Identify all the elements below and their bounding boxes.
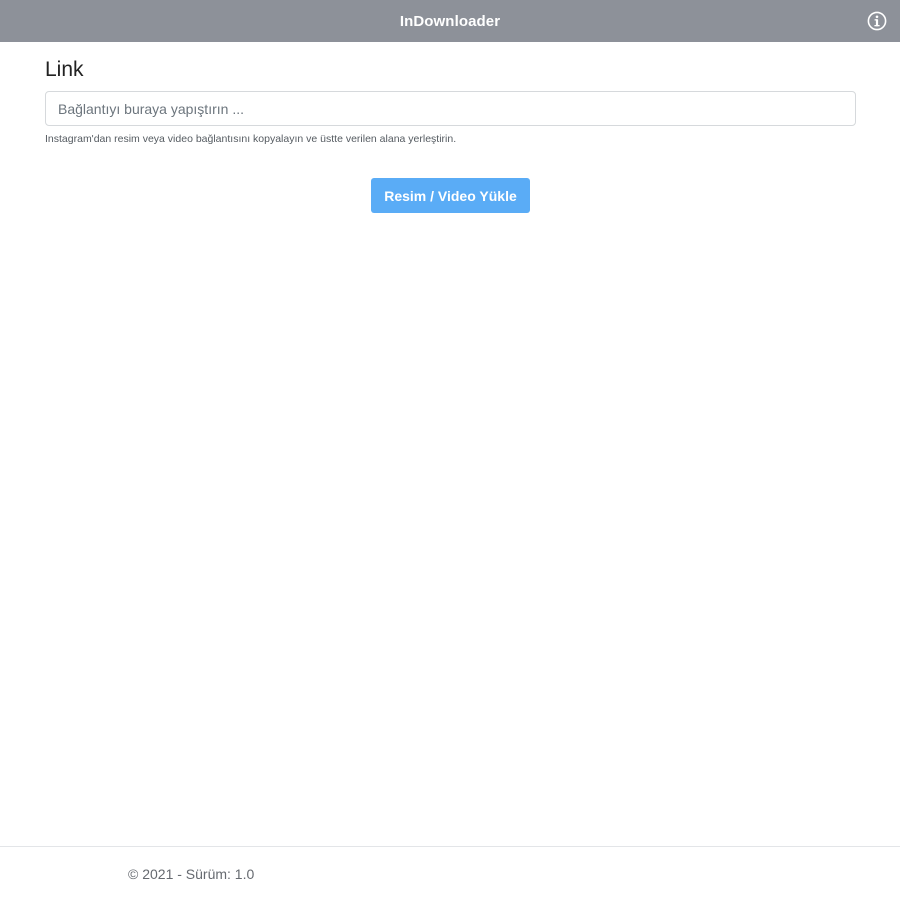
button-container: Resim / Video Yükle — [45, 178, 856, 213]
info-icon[interactable] — [867, 11, 887, 31]
upload-button[interactable]: Resim / Video Yükle — [371, 178, 530, 213]
input-hint: Instagram'dan resim veya video bağlantıs… — [45, 133, 457, 145]
main-content: Link Instagram'dan resim veya video bağl… — [45, 42, 856, 213]
title-bar: InDownloader — [0, 0, 900, 42]
app-title: InDownloader — [399, 12, 501, 30]
app-window: InDownloader Link Instagram'dan resim ve… — [0, 0, 900, 900]
link-label: Link — [45, 58, 84, 81]
footer: © 2021 - Sürüm: 1.0 — [0, 846, 900, 900]
footer-version: © 2021 - Sürüm: 1.0 — [128, 866, 255, 882]
link-input[interactable] — [45, 91, 856, 126]
